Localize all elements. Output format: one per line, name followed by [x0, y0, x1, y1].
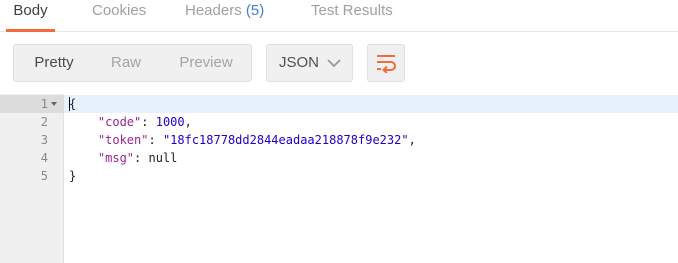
tab-body[interactable]: Body [6, 0, 55, 32]
separator: : [148, 133, 163, 147]
response-tabs: Body Cookies Headers (5) Test Results [0, 0, 678, 32]
tab-headers-label: Headers [185, 2, 242, 19]
comma: , [408, 133, 416, 147]
line-number: 2 [40, 115, 48, 129]
response-toolbar: Pretty Raw Preview JSON [0, 32, 678, 94]
format-select-value: JSON [279, 54, 320, 71]
code-line: } [69, 167, 76, 185]
pretty-button[interactable]: Pretty [14, 45, 94, 81]
json-value: 1000 [155, 115, 185, 129]
chevron-down-icon [327, 59, 341, 68]
brace-close: } [69, 169, 77, 183]
line-number: 3 [40, 133, 48, 147]
wrap-lines-button[interactable] [367, 44, 405, 82]
separator: : [141, 115, 156, 129]
code-line: "token": "18fc18778dd2844eadaa218878f9e2… [69, 131, 416, 149]
comma: , [184, 115, 192, 129]
active-line-highlight [64, 95, 678, 113]
tab-headers-count: (5) [245, 2, 265, 19]
fold-toggle-icon[interactable] [51, 102, 57, 106]
text-cursor [69, 97, 70, 111]
code-line: "msg": null [69, 149, 177, 167]
preview-button[interactable]: Preview [162, 45, 250, 81]
brace-open: { [69, 97, 77, 111]
format-select[interactable]: JSON [266, 44, 353, 82]
tab-body-label: Body [13, 2, 48, 19]
line-number: 1 [40, 97, 48, 111]
tab-cookies[interactable]: Cookies [92, 0, 146, 32]
line-number: 4 [40, 151, 48, 165]
json-value: "18fc18778dd2844eadaa218878f9e232" [162, 133, 409, 147]
code-line: { [69, 95, 76, 113]
line-number: 5 [40, 169, 48, 183]
wrap-lines-icon [377, 55, 396, 73]
json-key: "code" [97, 115, 142, 129]
tab-cookies-label: Cookies [92, 2, 147, 19]
separator: : [134, 151, 149, 165]
response-body-editor[interactable]: 1 2 3 4 5 { "code": 1000, "token": "18fc… [0, 94, 678, 263]
code-line: "code": 1000, [69, 113, 192, 131]
json-key: "msg" [97, 151, 135, 165]
view-mode-group: Pretty Raw Preview [13, 44, 252, 82]
raw-button[interactable]: Raw [94, 45, 158, 81]
tab-headers[interactable]: Headers (5) [185, 0, 264, 32]
tab-test-results-label: Test Results [311, 2, 393, 19]
json-value: null [148, 151, 178, 165]
json-key: "token" [97, 133, 149, 147]
tab-test-results[interactable]: Test Results [311, 0, 393, 32]
